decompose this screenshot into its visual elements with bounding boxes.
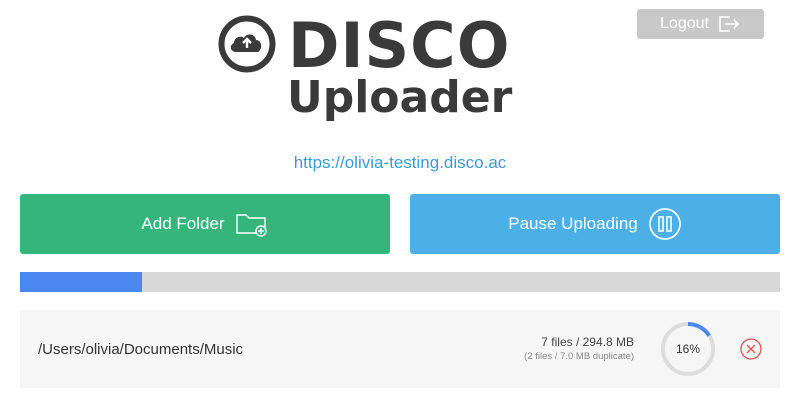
add-folder-button[interactable]: Add Folder <box>20 194 390 254</box>
logout-button[interactable]: Logout <box>637 9 764 39</box>
add-folder-label: Add Folder <box>141 214 225 233</box>
logo-title: DISCO <box>288 9 511 82</box>
pause-uploading-label: Pause Uploading <box>508 214 638 233</box>
site-url-link[interactable]: https://olivia-testing.disco.ac <box>0 153 800 173</box>
upload-duplicate-note: (2 files / 7.0 MB duplicate) <box>524 351 634 362</box>
upload-item: /Users/olivia/Documents/Music 7 files / … <box>20 310 780 388</box>
cancel-upload-button[interactable] <box>740 338 762 360</box>
logout-icon <box>717 14 741 34</box>
close-circle-icon <box>740 338 762 360</box>
upload-file-count: 7 files / 294.8 MB <box>541 335 634 349</box>
logout-label: Logout <box>660 15 709 32</box>
logo-subtitle: Uploader <box>287 72 513 123</box>
pause-circle-icon <box>648 207 682 241</box>
folder-add-icon <box>235 211 269 237</box>
overall-progress-bar <box>20 272 780 292</box>
overall-progress-fill <box>20 272 142 292</box>
cloud-upload-icon <box>218 15 276 78</box>
upload-progress-ring: 16% <box>660 321 716 377</box>
upload-percent-label: 16% <box>675 342 701 356</box>
pause-uploading-button[interactable]: Pause Uploading <box>410 194 780 254</box>
upload-folder-path: /Users/olivia/Documents/Music <box>38 341 244 358</box>
